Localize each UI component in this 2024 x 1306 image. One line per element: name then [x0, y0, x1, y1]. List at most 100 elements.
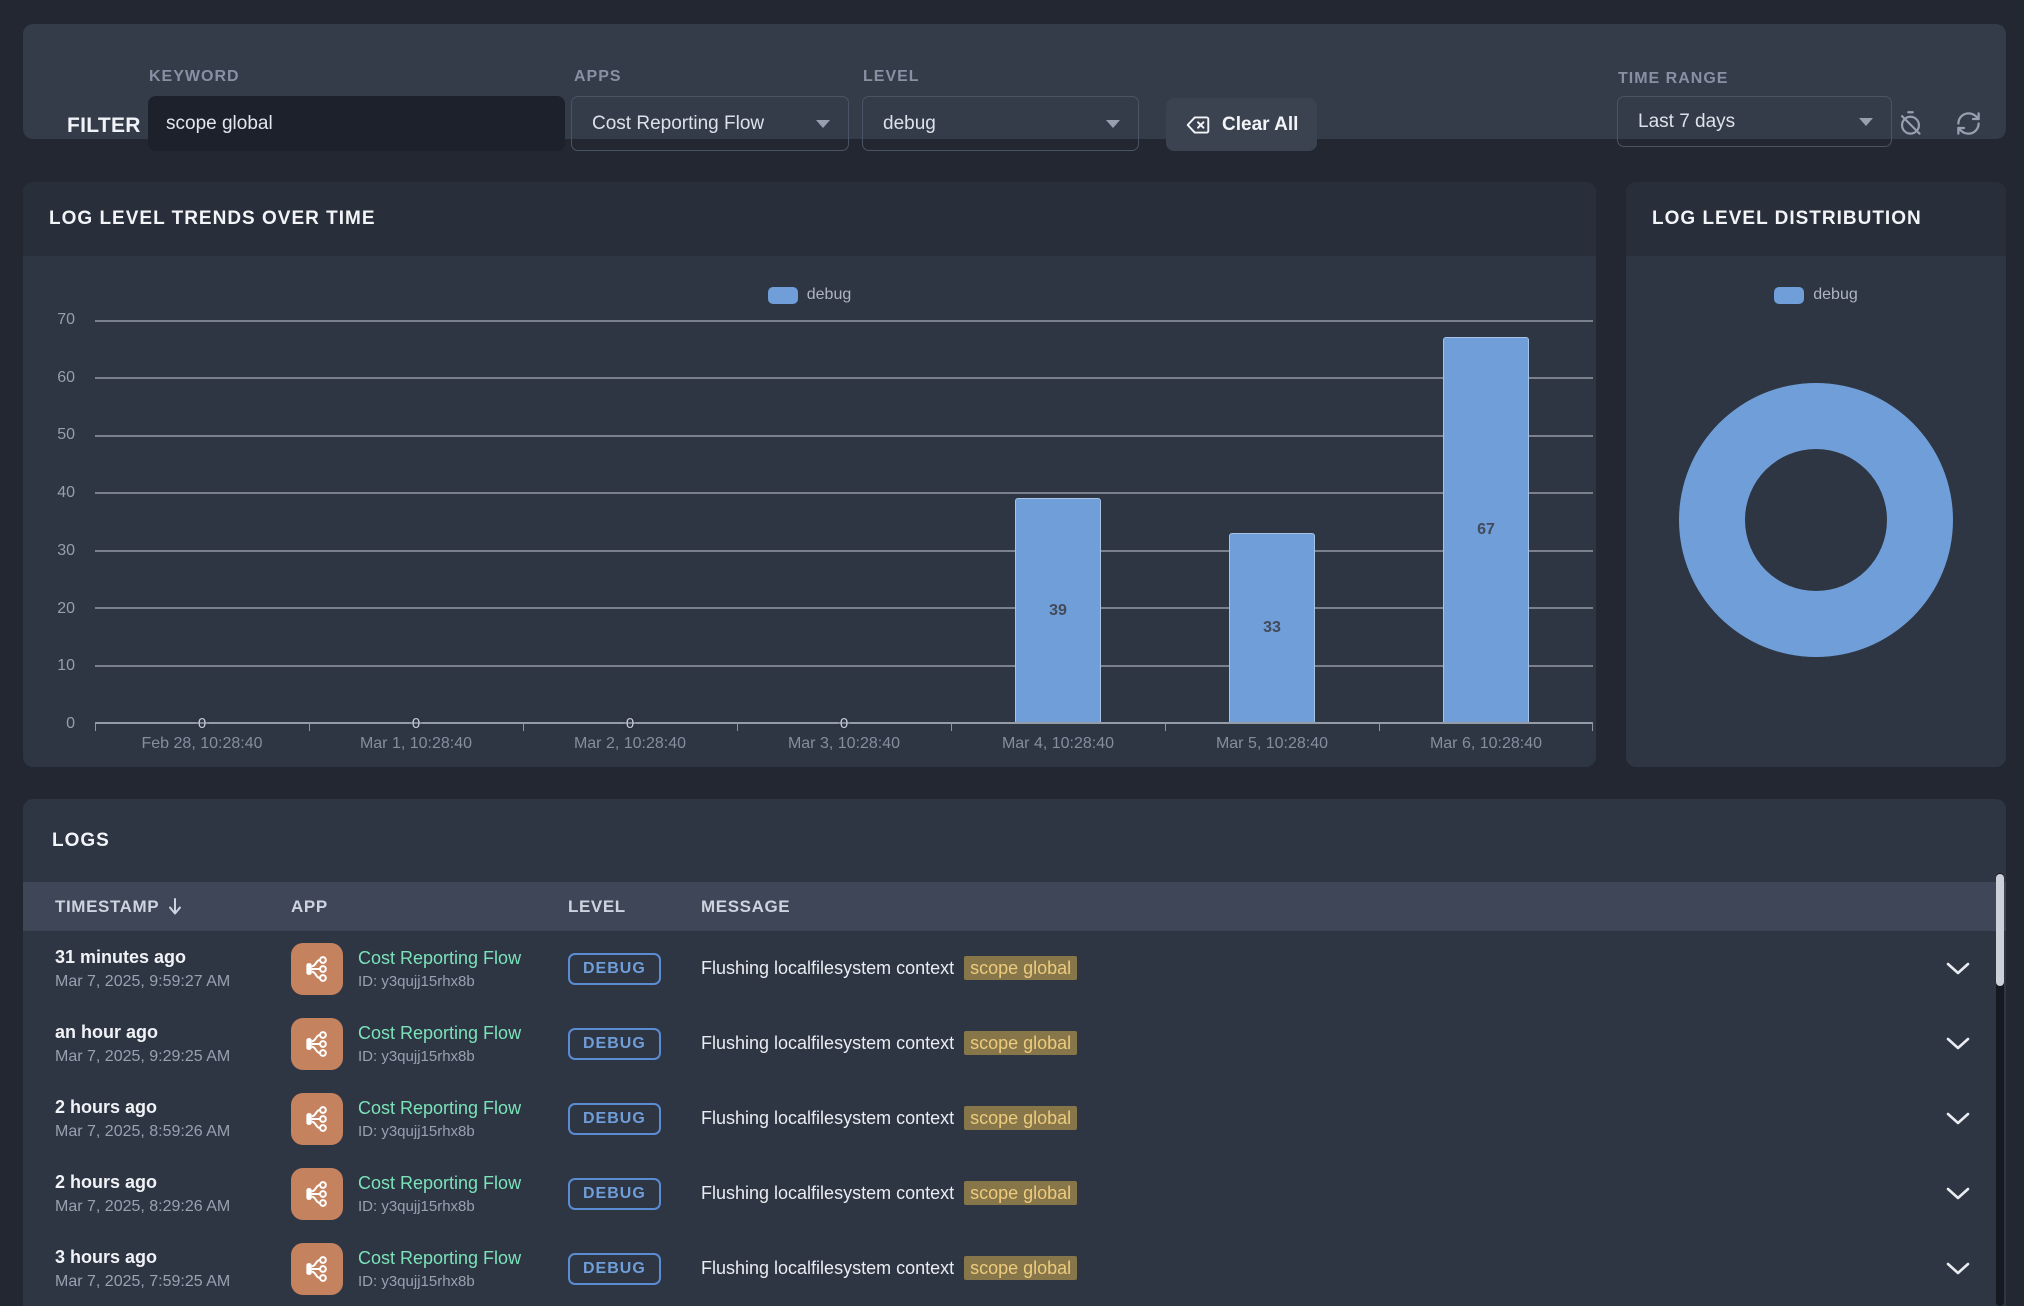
app-id: ID: y3qujj15rhx8b — [358, 1198, 521, 1215]
trends-panel-title: LOG LEVEL TRENDS OVER TIME — [49, 208, 376, 230]
y-tick-label: 30 — [35, 542, 75, 560]
y-tick-label: 50 — [35, 426, 75, 444]
log-relative-time: an hour ago — [55, 1022, 291, 1043]
level-select[interactable]: debug — [862, 96, 1139, 151]
bar-category: 33Mar 5, 10:28:40 — [1165, 320, 1379, 722]
column-header-level[interactable]: LEVEL — [568, 897, 701, 917]
logs-scrollbar-track[interactable] — [1996, 873, 2004, 1306]
backspace-clear-icon — [1185, 112, 1211, 138]
apps-select[interactable]: Cost Reporting Flow — [571, 96, 849, 151]
legend-label-debug: debug — [807, 286, 852, 304]
log-message-text: Flushing localfilesystem context — [701, 1258, 959, 1278]
time-range-select[interactable]: Last 7 days — [1617, 96, 1892, 147]
trends-chart-body: debug 010203040506070 0Feb 28, 10:28:400… — [23, 256, 1596, 767]
chevron-down-icon — [816, 115, 830, 133]
log-message-highlight: scope global — [964, 956, 1077, 980]
chevron-down-icon — [1946, 962, 1970, 975]
app-name[interactable]: Cost Reporting Flow — [358, 1173, 521, 1194]
y-tick-label: 70 — [35, 311, 75, 329]
legend-label-debug: debug — [1813, 286, 1858, 304]
log-message: Flushing localfilesystem context scope g… — [701, 1183, 1906, 1204]
column-header-app[interactable]: APP — [291, 897, 568, 917]
apps-label: APPS — [574, 68, 622, 86]
time-range-value: Last 7 days — [1638, 111, 1735, 133]
level-badge: DEBUG — [568, 1028, 661, 1060]
expand-row-button[interactable] — [1940, 956, 1976, 981]
log-table-row[interactable]: 3 hours ago Mar 7, 2025, 7:59:25 AM — [23, 1231, 2006, 1306]
x-tick-label: Mar 4, 10:28:40 — [951, 735, 1165, 753]
expand-row-button[interactable] — [1940, 1256, 1976, 1281]
app-name[interactable]: Cost Reporting Flow — [358, 1098, 521, 1119]
y-tick-label: 10 — [35, 657, 75, 675]
trends-legend[interactable]: debug — [23, 286, 1596, 304]
distribution-panel-title: LOG LEVEL DISTRIBUTION — [1652, 208, 1922, 230]
timer-off-button[interactable] — [1897, 110, 1924, 137]
chevron-down-icon — [1859, 113, 1873, 131]
app-name[interactable]: Cost Reporting Flow — [358, 948, 521, 969]
log-dashboard: FILTER KEYWORD APPS Cost Reporting Flow … — [0, 0, 2024, 1306]
level-badge: DEBUG — [568, 1103, 661, 1135]
log-rows: 31 minutes ago Mar 7, 2025, 9:59:27 AM — [23, 931, 2006, 1306]
log-relative-time: 31 minutes ago — [55, 947, 291, 968]
filter-bar: FILTER KEYWORD APPS Cost Reporting Flow … — [23, 24, 2006, 139]
legend-swatch-debug — [768, 287, 798, 304]
app-name[interactable]: Cost Reporting Flow — [358, 1248, 521, 1269]
bar-debug[interactable]: 39 — [1015, 498, 1101, 722]
column-header-message[interactable]: MESSAGE — [701, 897, 1906, 917]
x-tick-label: Mar 2, 10:28:40 — [523, 735, 737, 753]
app-name[interactable]: Cost Reporting Flow — [358, 1023, 521, 1044]
log-table-row[interactable]: 2 hours ago Mar 7, 2025, 8:59:26 AM — [23, 1081, 2006, 1156]
level-badge: DEBUG — [568, 953, 661, 985]
log-message-text: Flushing localfilesystem context — [701, 1108, 959, 1128]
legend-swatch-debug — [1774, 287, 1804, 304]
log-timestamp: Mar 7, 2025, 8:59:26 AM — [55, 1123, 291, 1141]
app-id: ID: y3qujj15rhx8b — [358, 973, 521, 990]
chevron-down-icon — [1106, 115, 1120, 133]
expand-row-button[interactable] — [1940, 1181, 1976, 1206]
log-message-highlight: scope global — [964, 1256, 1077, 1280]
apps-select-value: Cost Reporting Flow — [592, 113, 764, 135]
app-id: ID: y3qujj15rhx8b — [358, 1048, 521, 1065]
log-table-row[interactable]: 31 minutes ago Mar 7, 2025, 9:59:27 AM — [23, 931, 2006, 1006]
x-tick-label: Mar 6, 10:28:40 — [1379, 735, 1593, 753]
zero-value-label: 0 — [95, 715, 309, 732]
expand-row-button[interactable] — [1940, 1031, 1976, 1056]
distribution-panel: LOG LEVEL DISTRIBUTION debug — [1626, 182, 2006, 767]
log-message-text: Flushing localfilesystem context — [701, 1183, 959, 1203]
time-range-label: TIME RANGE — [1618, 70, 1728, 88]
keyword-input[interactable] — [148, 96, 565, 151]
timer-off-icon — [1897, 110, 1924, 137]
bar-category: 0Feb 28, 10:28:40 — [95, 320, 309, 722]
logs-panel-title: LOGS — [52, 830, 110, 852]
logs-panel: LOGS TIMESTAMP APP LEVEL MESSAGE 31 minu… — [23, 799, 2006, 1306]
clear-all-label: Clear All — [1222, 114, 1298, 136]
refresh-button[interactable] — [1955, 110, 1982, 137]
bar-debug[interactable]: 67 — [1443, 337, 1529, 722]
log-table-row[interactable]: 2 hours ago Mar 7, 2025, 8:29:26 AM — [23, 1156, 2006, 1231]
level-label: LEVEL — [863, 68, 920, 86]
log-message: Flushing localfilesystem context scope g… — [701, 1033, 1906, 1054]
y-tick-label: 20 — [35, 600, 75, 618]
column-header-timestamp[interactable]: TIMESTAMP — [55, 897, 291, 917]
distribution-panel-header: LOG LEVEL DISTRIBUTION — [1626, 182, 2006, 256]
log-message-text: Flushing localfilesystem context — [701, 958, 959, 978]
y-tick-label: 60 — [35, 369, 75, 387]
bar-category: 0Mar 2, 10:28:40 — [523, 320, 737, 722]
log-timestamp: Mar 7, 2025, 8:29:26 AM — [55, 1198, 291, 1216]
clear-all-button[interactable]: Clear All — [1166, 98, 1317, 151]
distribution-legend[interactable]: debug — [1626, 286, 2006, 304]
log-message: Flushing localfilesystem context scope g… — [701, 958, 1906, 979]
logs-scrollbar-thumb[interactable] — [1996, 874, 2004, 986]
flow-app-icon — [291, 943, 343, 995]
flow-app-icon — [291, 1018, 343, 1070]
bar-debug[interactable]: 33 — [1229, 533, 1315, 723]
log-message-highlight: scope global — [964, 1106, 1077, 1130]
level-select-value: debug — [883, 113, 936, 135]
expand-row-button[interactable] — [1940, 1106, 1976, 1131]
x-tick-label: Mar 5, 10:28:40 — [1165, 735, 1379, 753]
zero-value-label: 0 — [737, 715, 951, 732]
bar-value-label: 39 — [1016, 602, 1100, 620]
bar-value-label: 67 — [1444, 521, 1528, 539]
donut-chart[interactable] — [1679, 383, 1953, 657]
log-table-row[interactable]: an hour ago Mar 7, 2025, 9:29:25 AM — [23, 1006, 2006, 1081]
